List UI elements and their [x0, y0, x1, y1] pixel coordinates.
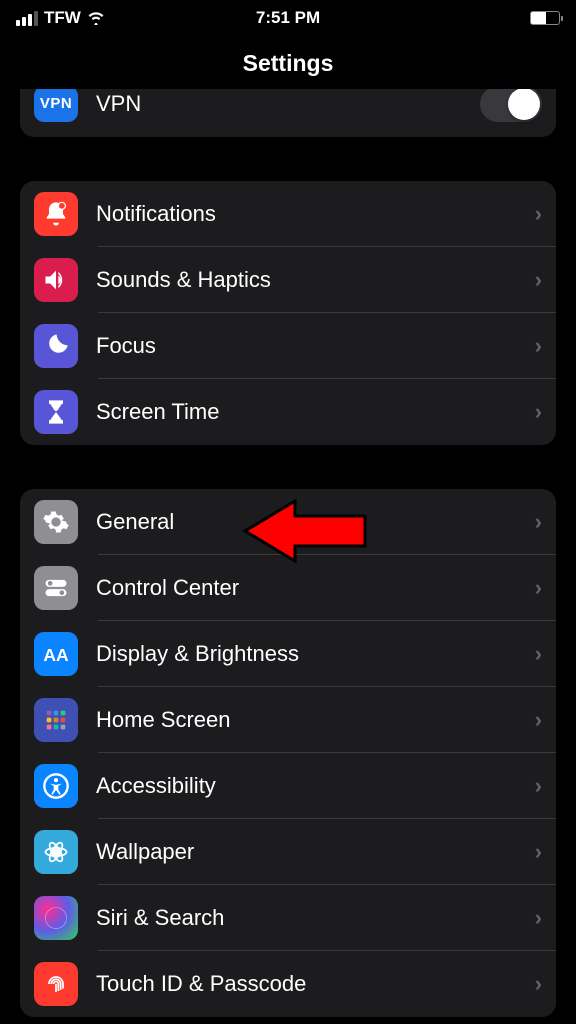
- chevron-right-icon: ›: [535, 839, 542, 865]
- wallpaper-icon: [34, 830, 78, 874]
- chevron-right-icon: ›: [535, 267, 542, 293]
- status-left: TFW: [16, 8, 105, 28]
- chevron-right-icon: ›: [535, 773, 542, 799]
- row-label: Siri & Search: [96, 905, 535, 931]
- row-sounds[interactable]: Sounds & Haptics ›: [20, 247, 556, 313]
- row-focus[interactable]: Focus ›: [20, 313, 556, 379]
- row-wallpaper[interactable]: Wallpaper ›: [20, 819, 556, 885]
- chevron-right-icon: ›: [535, 399, 542, 425]
- sounds-icon: [34, 258, 78, 302]
- chevron-right-icon: ›: [535, 575, 542, 601]
- status-right: [530, 11, 560, 25]
- row-label: General: [96, 509, 535, 535]
- settings-group-vpn: VPN VPN: [20, 89, 556, 137]
- chevron-right-icon: ›: [535, 509, 542, 535]
- row-label: Focus: [96, 333, 535, 359]
- accessibility-icon: [34, 764, 78, 808]
- chevron-right-icon: ›: [535, 971, 542, 997]
- siri-icon: [34, 896, 78, 940]
- row-label: Notifications: [96, 201, 535, 227]
- row-notifications[interactable]: Notifications ›: [20, 181, 556, 247]
- settings-group-notifications: Notifications › Sounds & Haptics › Focus…: [20, 181, 556, 445]
- row-label: Touch ID & Passcode: [96, 971, 535, 997]
- home-screen-icon: [34, 698, 78, 742]
- battery-icon: [530, 11, 560, 25]
- general-icon: [34, 500, 78, 544]
- clock: 7:51 PM: [256, 8, 320, 28]
- row-label: Sounds & Haptics: [96, 267, 535, 293]
- wifi-icon: [87, 11, 105, 25]
- row-label: Control Center: [96, 575, 535, 601]
- row-label: Display & Brightness: [96, 641, 535, 667]
- svg-text:AA: AA: [43, 645, 69, 665]
- vpn-toggle[interactable]: [480, 89, 542, 122]
- control-center-icon: [34, 566, 78, 610]
- row-screen-time[interactable]: Screen Time ›: [20, 379, 556, 445]
- settings-group-general: General › Control Center › AA Display & …: [20, 489, 556, 1017]
- row-label-vpn: VPN: [96, 91, 480, 117]
- chevron-right-icon: ›: [535, 641, 542, 667]
- row-home-screen[interactable]: Home Screen ›: [20, 687, 556, 753]
- touch-id-icon: [34, 962, 78, 1006]
- row-touch-id[interactable]: Touch ID & Passcode ›: [20, 951, 556, 1017]
- chevron-right-icon: ›: [535, 707, 542, 733]
- chevron-right-icon: ›: [535, 905, 542, 931]
- row-label: Accessibility: [96, 773, 535, 799]
- screen-time-icon: [34, 390, 78, 434]
- carrier-label: TFW: [44, 8, 81, 28]
- focus-icon: [34, 324, 78, 368]
- row-general[interactable]: General ›: [20, 489, 556, 555]
- row-label: Home Screen: [96, 707, 535, 733]
- row-label: Screen Time: [96, 399, 535, 425]
- row-control-center[interactable]: Control Center ›: [20, 555, 556, 621]
- notifications-icon: [34, 192, 78, 236]
- row-siri[interactable]: Siri & Search ›: [20, 885, 556, 951]
- vpn-icon: VPN: [34, 89, 78, 122]
- chevron-right-icon: ›: [535, 201, 542, 227]
- row-vpn[interactable]: VPN VPN: [20, 89, 556, 137]
- row-display[interactable]: AA Display & Brightness ›: [20, 621, 556, 687]
- chevron-right-icon: ›: [535, 333, 542, 359]
- row-accessibility[interactable]: Accessibility ›: [20, 753, 556, 819]
- status-bar: TFW 7:51 PM: [0, 0, 576, 32]
- display-icon: AA: [34, 632, 78, 676]
- row-label: Wallpaper: [96, 839, 535, 865]
- signal-icon: [16, 11, 38, 26]
